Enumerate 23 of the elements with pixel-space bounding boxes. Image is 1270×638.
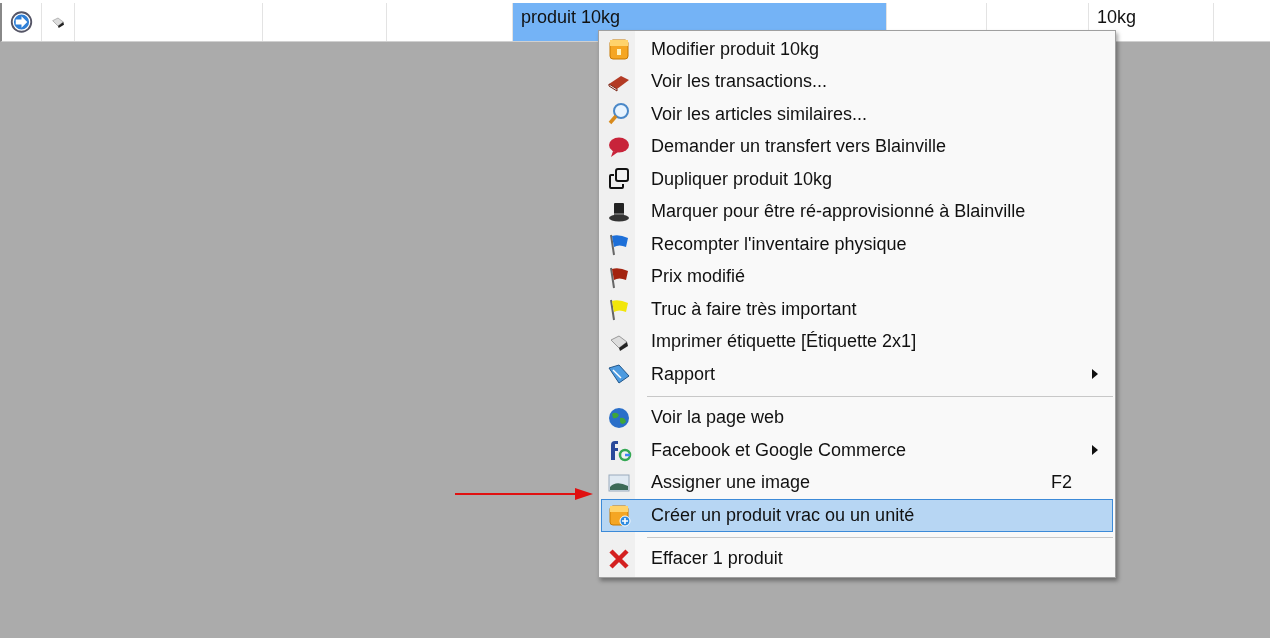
- menu-item[interactable]: Voir les articles similaires...: [601, 98, 1113, 131]
- menu-item[interactable]: Créer un produit vrac ou un unité: [601, 499, 1113, 532]
- menu-item[interactable]: Demander un transfert vers Blainville: [601, 130, 1113, 163]
- menu-item[interactable]: Truc à faire très important: [601, 293, 1113, 326]
- menu-item[interactable]: Dupliquer produit 10kg: [601, 163, 1113, 196]
- menu-item[interactable]: Recompter l'inventaire physique: [601, 228, 1113, 261]
- close-icon: [606, 546, 631, 571]
- menu-item[interactable]: Voir les transactions...: [601, 65, 1113, 98]
- menu-item[interactable]: Facebook et Google Commerce: [601, 434, 1113, 467]
- shortcut-text: F2: [1051, 472, 1072, 494]
- menu-item[interactable]: Assigner une image F2: [601, 466, 1113, 499]
- menu-item[interactable]: Rapport: [601, 358, 1113, 391]
- menu-item[interactable]: Effacer 1 produit: [601, 542, 1113, 575]
- menu-item[interactable]: Voir la page web: [601, 401, 1113, 434]
- menu-item[interactable]: Prix modifié: [601, 260, 1113, 293]
- globe-icon: [606, 405, 631, 430]
- box-icon: [606, 37, 631, 62]
- arrow-right-icon[interactable]: [10, 8, 33, 36]
- menu-item[interactable]: Marquer pour être ré-approvisionné à Blainville: [601, 195, 1113, 228]
- add-box-icon: [606, 503, 631, 528]
- menu-item[interactable]: Imprimer étiquette [Étiquette 2x1]: [601, 325, 1113, 358]
- search-icon: [606, 102, 631, 127]
- copy-icon: [606, 167, 631, 192]
